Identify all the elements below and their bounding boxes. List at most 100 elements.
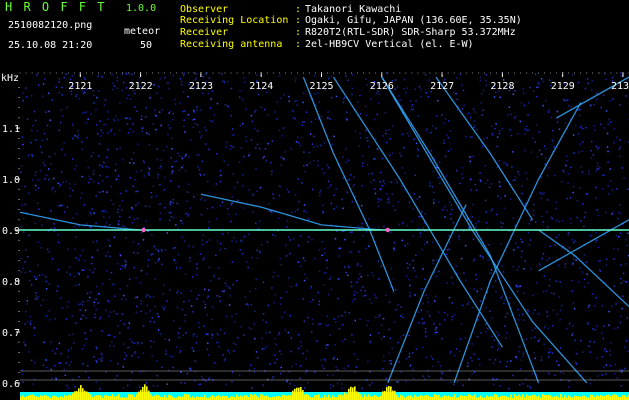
noise-speck — [42, 299, 45, 301]
histogram-bar — [608, 394, 610, 400]
noise-speck — [406, 358, 408, 360]
noise-speck — [381, 185, 384, 187]
noise-speck — [403, 78, 406, 81]
noise-speck — [35, 189, 37, 191]
noise-speck — [605, 110, 608, 112]
noise-speck — [280, 353, 283, 355]
noise-speck — [161, 263, 163, 266]
meteor-count-label: meteor — [124, 26, 161, 37]
noise-speck — [37, 296, 39, 298]
noise-speck — [61, 204, 64, 206]
noise-speck — [596, 165, 599, 167]
noise-speck — [164, 306, 166, 309]
histogram-bar — [324, 394, 326, 400]
noise-speck — [188, 260, 191, 262]
noise-speck — [410, 109, 413, 111]
noise-speck — [591, 140, 593, 143]
noise-speck — [155, 248, 157, 250]
noise-speck — [347, 79, 349, 81]
noise-speck — [113, 85, 116, 87]
noise-speck — [576, 200, 579, 202]
noise-speck — [377, 260, 380, 262]
noise-speck — [482, 109, 484, 111]
noise-speck — [391, 193, 394, 195]
noise-speck — [323, 172, 326, 174]
noise-speck — [399, 152, 401, 154]
histogram-bar — [536, 396, 538, 400]
noise-speck — [368, 218, 370, 220]
noise-speck — [532, 312, 534, 315]
noise-speck — [132, 131, 135, 133]
noise-speck — [407, 242, 409, 245]
y-tick-label: 1.1 — [2, 124, 20, 135]
noise-speck — [269, 363, 271, 365]
noise-speck — [401, 239, 404, 242]
noise-speck — [280, 164, 282, 166]
noise-speck — [617, 211, 620, 214]
noise-speck — [313, 75, 316, 77]
y-tick-label: 0.7 — [2, 328, 20, 339]
noise-speck — [296, 283, 298, 285]
noise-speck — [420, 309, 422, 311]
noise-speck — [21, 369, 23, 371]
noise-speck — [604, 234, 606, 237]
noise-speck — [317, 164, 320, 167]
noise-speck — [266, 114, 269, 116]
noise-speck — [486, 179, 489, 181]
x-tick-label: 2127 — [430, 81, 454, 92]
noise-speck — [125, 73, 128, 75]
noise-speck — [346, 274, 349, 277]
noise-speck — [211, 336, 213, 339]
noise-speck — [343, 367, 345, 370]
noise-speck — [125, 117, 127, 119]
noise-speck — [160, 165, 162, 168]
noise-speck — [332, 357, 335, 360]
noise-speck — [40, 247, 42, 249]
noise-speck — [84, 92, 86, 94]
noise-speck — [540, 153, 543, 156]
noise-speck — [205, 380, 207, 383]
noise-speck — [101, 357, 103, 359]
noise-speck — [458, 238, 460, 241]
noise-speck — [20, 257, 22, 260]
noise-speck — [379, 181, 381, 183]
noise-speck — [347, 159, 350, 161]
noise-speck — [581, 271, 584, 273]
noise-speck — [204, 303, 207, 306]
noise-speck — [121, 298, 123, 300]
noise-speck — [42, 364, 45, 366]
noise-speck — [177, 306, 179, 309]
noise-speck — [438, 311, 440, 313]
noise-speck — [409, 364, 412, 367]
noise-speck — [474, 183, 476, 186]
noise-speck — [32, 383, 35, 385]
noise-speck — [361, 204, 363, 207]
histogram-bar — [96, 395, 98, 400]
noise-speck — [325, 324, 328, 327]
noise-speck — [414, 174, 417, 177]
noise-speck — [536, 124, 538, 126]
histogram-bar — [622, 395, 624, 400]
noise-speck — [560, 371, 562, 374]
noise-speck — [286, 226, 288, 228]
noise-speck — [434, 328, 437, 331]
noise-speck — [499, 96, 501, 98]
noise-speck — [96, 347, 98, 350]
histogram-bar — [518, 394, 520, 400]
noise-speck — [514, 179, 516, 181]
noise-speck — [149, 320, 152, 323]
noise-speck — [605, 78, 607, 81]
noise-speck — [216, 102, 219, 105]
noise-speck — [448, 235, 451, 237]
noise-speck — [211, 120, 213, 123]
noise-speck — [125, 237, 127, 239]
histogram-bar — [318, 394, 320, 400]
noise-speck — [596, 98, 598, 101]
noise-speck — [105, 165, 107, 168]
noise-speck — [305, 111, 308, 113]
noise-speck — [552, 140, 554, 142]
noise-speck — [151, 196, 153, 198]
noise-speck — [265, 345, 268, 348]
noise-speck — [22, 92, 24, 94]
noise-speck — [480, 102, 482, 104]
